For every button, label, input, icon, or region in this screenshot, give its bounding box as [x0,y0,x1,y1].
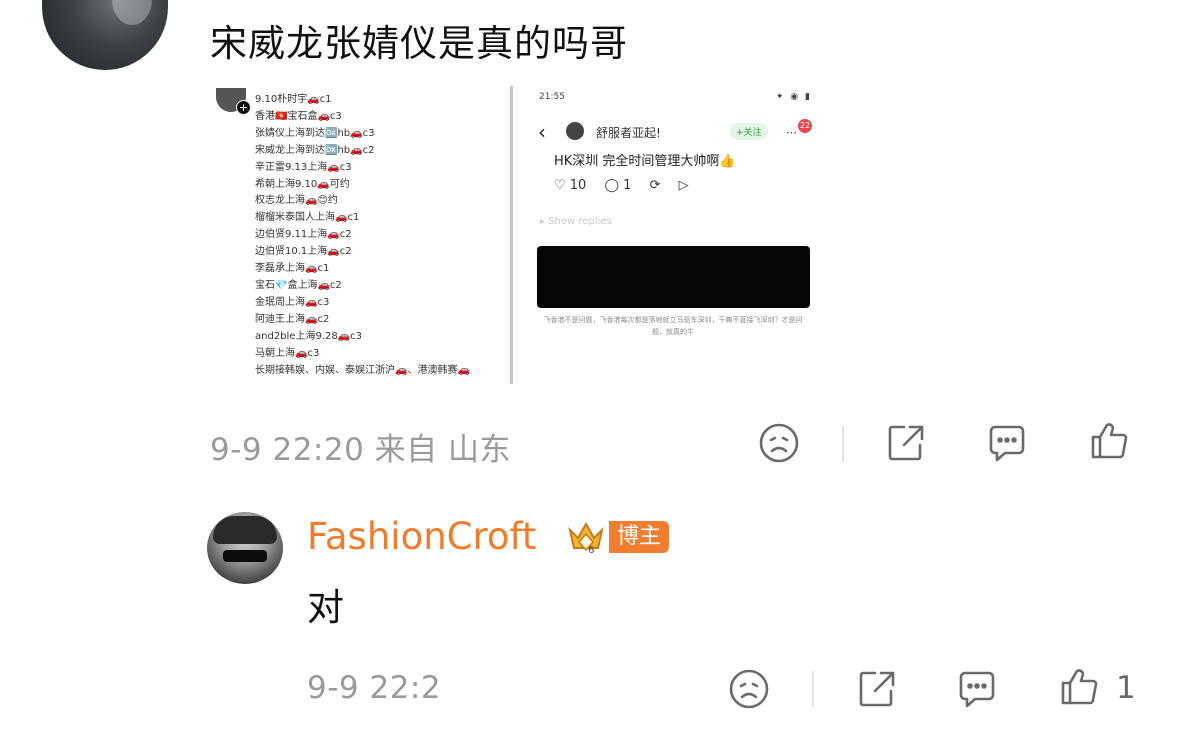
list-item: 宝石💎盒上海🚗c2 [255,279,342,291]
list-item: 金珉周上海🚗c3 [255,296,330,308]
schedule-list: 9.10朴时宇🚗c1 香港🇭🇰宝石盒🚗c3 张婧仪上海到达🆗hb🚗c3 宋威龙上… [255,92,470,379]
notification-badge: 22 [798,119,812,133]
list-item: 阿迪王上海🚗c2 [255,313,330,325]
send-icon: ▷ [678,178,689,193]
reply-avatar[interactable] [207,512,283,584]
list-item: 边伯贤9.11上海🚗c2 [255,229,352,241]
faded-row: ▸ Show replies [540,216,612,227]
divider [842,426,844,462]
plus-icon: + [236,100,251,115]
reply-meta: 9-9 22:2 [307,670,442,706]
reply-text: 对 [307,586,344,629]
list-item: 张婧仪上海到达🆗hb🚗c3 [255,127,375,139]
list-item: 榴榴米泰国人上海🚗c1 [255,212,360,224]
list-item: and2ble上海9.28🚗c3 [255,330,363,342]
share-icon[interactable] [855,667,899,715]
list-item: 马朝上海🚗c3 [255,347,320,359]
list-item: 辛正雷9.13上海🚗c3 [255,161,352,173]
share-icon[interactable] [884,421,928,469]
comment-image-left[interactable]: + 9.10朴时宇🚗c1 香港🇭🇰宝石盒🚗c3 张婧仪上海到达🆗hb🚗c3 宋威… [214,86,513,384]
back-icon: ‹ [538,120,546,144]
more-icon: ⋯ [786,126,797,139]
repost-icon: ⟳ [649,178,661,193]
divider [812,671,814,707]
list-item: 香港🇭🇰宝石盒🚗c3 [255,110,342,122]
list-item: 边伯贤10.1上海🚗c2 [255,246,352,258]
list-item: 长期接韩娱、内娱、泰娱江浙沪🚗、港澳韩赛🚗 [255,364,470,376]
reply-username[interactable]: FashionCroft [307,513,536,561]
comment-count: ◯ 1 [604,178,632,193]
commenter-avatar[interactable] [42,0,168,70]
like-count: ♡ 10 [554,178,587,193]
follow-button: +关注 [730,123,768,140]
list-item: 希朝上海9.10🚗可约 [255,178,350,190]
redacted-block [537,246,810,308]
comment-icon[interactable] [985,421,1029,469]
svg-text:6: 6 [588,545,594,556]
crown-badge-icon: 6 [566,518,606,556]
list-item: 权志龙上海🚗😊约 [255,195,338,207]
post-title: HK深圳 完全时间管理大帅啊👍 [554,154,736,169]
comment-text: 宋威龙张婧仪是真的吗哥 [210,22,628,65]
post-author: 舒服者亚起! [596,126,661,140]
list-item: 宋威龙上海到达🆗hb🚗c2 [255,144,375,156]
fade-overlay [470,670,740,718]
sad-face-icon[interactable] [757,421,801,469]
comment-image-right[interactable]: 21:55 ✦ ◉ ▮ ‹ 舒服者亚起! +关注 ⋯ 22 HK深圳 完全时间管… [534,86,824,342]
role-badge: 博主 [609,521,670,553]
thumbs-up-icon[interactable] [1057,665,1101,713]
status-icons: ✦ ◉ ▮ [775,92,812,102]
status-time: 21:55 [539,92,565,102]
like-count: 1 [1116,670,1137,706]
list-item: 9.10朴时宇🚗c1 [255,94,332,105]
post-avatar [566,122,584,140]
comment-meta: 9-9 22:20 来自 山东 [210,432,512,468]
thumbs-up-icon[interactable] [1087,419,1131,467]
post-caption: 飞香港不是问题，飞香港每次都是落地就立马驱车深圳，干嘛不直接飞深圳？才是问题，就… [543,316,803,336]
sad-face-icon[interactable] [727,667,771,715]
post-actions: ♡ 10 ◯ 1 ⟳ ▷ [554,178,703,193]
list-item: 李磊承上海🚗c1 [255,263,330,275]
comment-icon[interactable] [955,667,999,715]
